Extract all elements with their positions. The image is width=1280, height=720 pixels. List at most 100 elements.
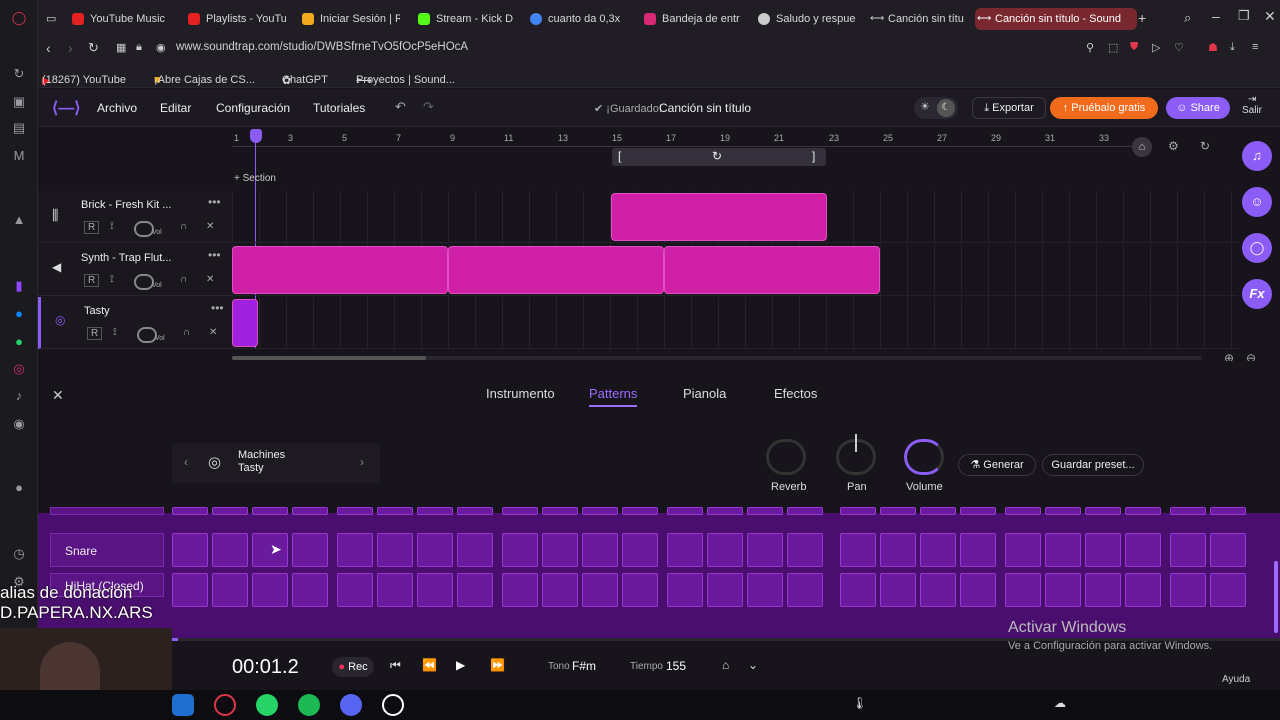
- tiktok-icon[interactable]: ♪: [11, 388, 27, 404]
- tab-instagram[interactable]: Bandeja de entr: [642, 8, 742, 30]
- reload-icon[interactable]: ↻: [88, 40, 99, 56]
- step-cell[interactable]: [1170, 533, 1206, 567]
- step-cell[interactable]: [1125, 507, 1161, 515]
- tab-soundtrap-1[interactable]: ⟷ Canción sin títu: [868, 8, 968, 30]
- more-icon[interactable]: •••: [208, 195, 221, 209]
- step-cell[interactable]: [880, 507, 916, 515]
- speed-dial-icon[interactable]: ↻: [11, 66, 27, 82]
- step-cell[interactable]: [337, 573, 373, 607]
- minimize-icon[interactable]: –: [1212, 8, 1220, 24]
- volume-knob[interactable]: [134, 221, 154, 237]
- step-cell[interactable]: [252, 507, 288, 515]
- grid-row-snare[interactable]: Snare: [50, 533, 164, 567]
- aria-icon[interactable]: ▲: [11, 212, 27, 228]
- collab-icon[interactable]: ☺: [1242, 187, 1272, 217]
- pan-knob[interactable]: [836, 434, 876, 475]
- track-lane[interactable]: [232, 244, 1238, 296]
- share-button[interactable]: ☺ Share: [1166, 97, 1230, 119]
- midi-clip[interactable]: [232, 246, 448, 294]
- history-icon[interactable]: ◷: [11, 546, 27, 562]
- back-icon[interactable]: ‹: [46, 40, 51, 56]
- loop-region[interactable]: [ ↻ ]: [612, 148, 826, 166]
- menu-icon[interactable]: ≡: [1252, 41, 1258, 53]
- shield-icon[interactable]: ⛊: [1130, 41, 1138, 54]
- step-cell[interactable]: [920, 573, 956, 607]
- playhead-handle[interactable]: [250, 129, 262, 143]
- forward-icon[interactable]: ›: [68, 40, 73, 56]
- step-cell[interactable]: [707, 533, 743, 567]
- loop-end-icon[interactable]: ]: [812, 149, 815, 163]
- record-button[interactable]: ● Rec: [332, 657, 374, 677]
- loop-start-icon[interactable]: [: [618, 149, 621, 163]
- track-lane[interactable]: [232, 297, 1238, 349]
- step-cell[interactable]: [252, 573, 288, 607]
- tab-chatgpt[interactable]: Saludo y respue: [756, 8, 856, 30]
- fast-forward-icon[interactable]: ⏩: [490, 658, 505, 672]
- taskbar-opera-icon[interactable]: [214, 694, 236, 716]
- step-cell[interactable]: [622, 533, 658, 567]
- step-cell[interactable]: [707, 507, 743, 515]
- step-cell[interactable]: [960, 507, 996, 515]
- redo-icon[interactable]: ↷: [423, 99, 434, 115]
- headphones-icon[interactable]: ∩: [180, 221, 187, 232]
- automation-icon[interactable]: ⟟: [110, 221, 114, 232]
- menu-editar[interactable]: Editar: [160, 101, 191, 115]
- volume-knob-panel[interactable]: [904, 439, 944, 475]
- taskbar-discord-icon[interactable]: [340, 694, 362, 716]
- tab-google[interactable]: cuanto da 0,3x: [528, 8, 628, 30]
- step-cell[interactable]: [502, 507, 538, 515]
- step-cell[interactable]: [502, 573, 538, 607]
- opera-logo-icon[interactable]: ◯: [11, 10, 27, 26]
- step-cell[interactable]: [880, 533, 916, 567]
- track-brick[interactable]: ⫼ Brick - Fresh Kit ... ••• R ⟟ Vol ∩ ✕: [38, 191, 232, 243]
- step-cell[interactable]: [1210, 573, 1246, 607]
- step-cell[interactable]: [960, 533, 996, 567]
- step-cell[interactable]: [292, 573, 328, 607]
- music-note-icon[interactable]: ♫: [1242, 141, 1272, 171]
- close-window-icon[interactable]: ✕: [1264, 8, 1276, 25]
- pin-icon[interactable]: ⚲: [1086, 41, 1094, 54]
- step-cell[interactable]: [787, 507, 823, 515]
- step-cell[interactable]: [417, 507, 453, 515]
- track-synth[interactable]: ◀ Synth - Trap Flut... ••• R ⟟ Vol ∩ ✕: [38, 244, 232, 296]
- step-cell[interactable]: [377, 573, 413, 607]
- tab-patterns[interactable]: Patterns: [589, 386, 638, 407]
- try-free-button[interactable]: ↑ Pruébalo gratis: [1050, 97, 1158, 119]
- soundtrap-logo-icon[interactable]: ⟨—⟩: [52, 98, 80, 118]
- tab-youtube-music[interactable]: YouTube Music: [70, 8, 180, 30]
- messenger-icon[interactable]: ●: [11, 306, 27, 322]
- metronome-tool-icon[interactable]: ⌂: [722, 658, 729, 672]
- step-cell[interactable]: [787, 573, 823, 607]
- step-cell[interactable]: [707, 573, 743, 607]
- rewind-icon[interactable]: ⏪: [422, 658, 437, 672]
- maximize-icon[interactable]: ❐: [1238, 8, 1250, 24]
- project-title[interactable]: Canción sin título: [659, 101, 751, 115]
- url-field[interactable]: www.soundtrap.com/studio/DWBSfrneTvO5fOc…: [176, 41, 468, 53]
- mute-icon[interactable]: ✕: [206, 221, 214, 232]
- step-cell[interactable]: [747, 533, 783, 567]
- fx-icon[interactable]: Fx: [1242, 279, 1272, 309]
- settings-gear-icon[interactable]: ⚙: [1168, 139, 1179, 153]
- loop-icon[interactable]: ↻: [712, 149, 722, 163]
- step-cell[interactable]: [1085, 533, 1121, 567]
- tempo-value[interactable]: 155: [666, 659, 686, 673]
- reverb-knob[interactable]: [766, 439, 806, 475]
- bag-icon[interactable]: ▣: [11, 94, 27, 110]
- new-tab-icon[interactable]: +: [1138, 10, 1146, 26]
- step-cell[interactable]: [212, 507, 248, 515]
- step-cell[interactable]: [622, 573, 658, 607]
- step-cell[interactable]: [377, 533, 413, 567]
- generate-button[interactable]: ⚗ Generar: [958, 454, 1036, 476]
- step-cell[interactable]: [667, 507, 703, 515]
- prev-instrument-icon[interactable]: ‹: [184, 455, 188, 469]
- tab-pianola[interactable]: Pianola: [683, 386, 726, 401]
- close-panel-icon[interactable]: ✕: [52, 387, 64, 404]
- step-cell[interactable]: [1085, 573, 1121, 607]
- export-button[interactable]: ⤓ Exportar: [972, 97, 1046, 119]
- workspace-icon[interactable]: ▭: [46, 8, 70, 30]
- record-arm-button[interactable]: R: [87, 327, 103, 340]
- step-cell[interactable]: [1085, 507, 1121, 515]
- menu-configuracion[interactable]: Configuración: [216, 101, 290, 115]
- refresh-icon[interactable]: ↻: [1200, 139, 1210, 153]
- key-value[interactable]: F#m: [572, 659, 596, 673]
